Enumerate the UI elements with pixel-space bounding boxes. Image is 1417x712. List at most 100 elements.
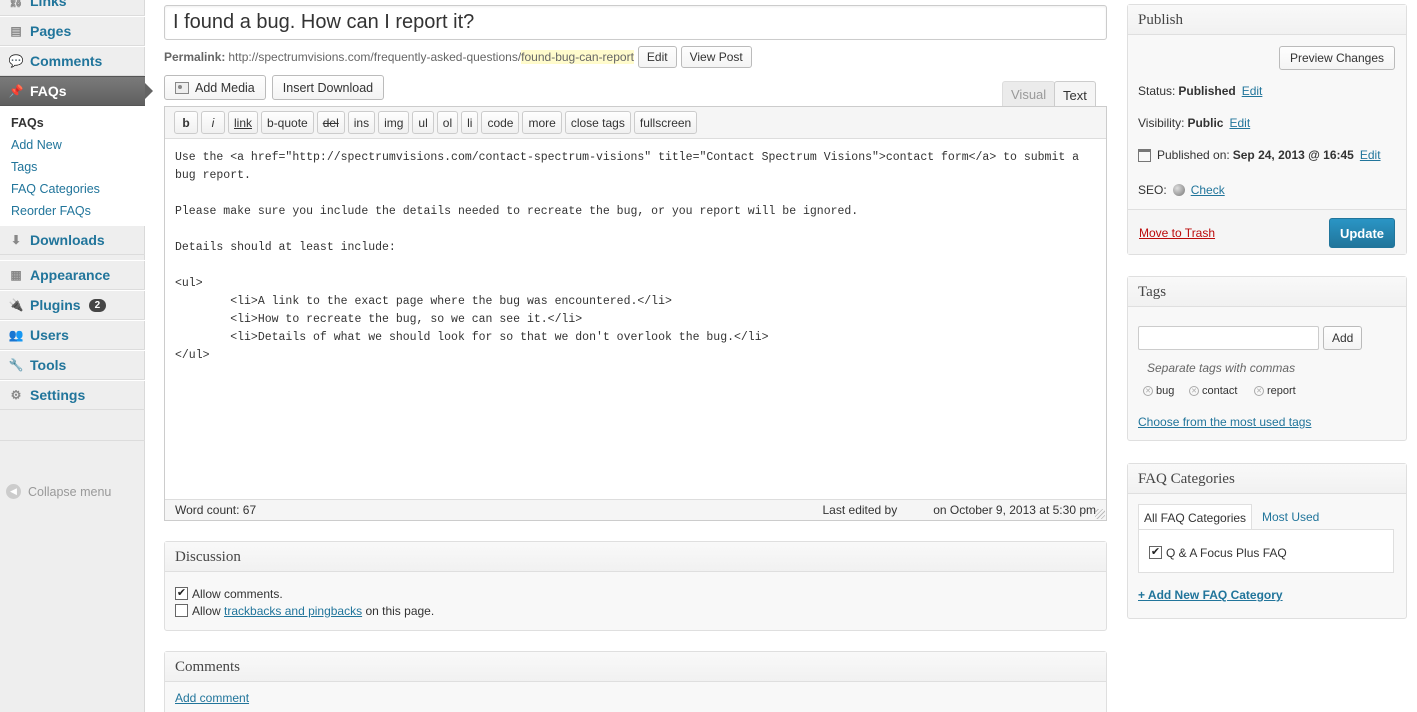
comments-title[interactable]: Comments [165, 652, 1106, 682]
quicktag-close-tags-button[interactable]: close tags [564, 111, 631, 134]
menu-label: Comments [30, 53, 103, 69]
collapse-menu[interactable]: ◀ Collapse menu [6, 484, 111, 499]
comments-icon: 💬 [8, 54, 24, 68]
last-edited-by: Last edited by [822, 503, 898, 517]
submenu-reorder-faqs[interactable]: Reorder FAQs [0, 200, 145, 222]
quicktag-ins-button[interactable]: ins [347, 111, 376, 134]
faqs-submenu: FAQs Add New Tags FAQ Categories Reorder… [0, 106, 145, 226]
preview-changes-button[interactable]: Preview Changes [1278, 46, 1395, 70]
allow-pings-row: Allow trackbacks and pingbacks on this p… [175, 602, 1106, 619]
media-buttons: Add Media Insert Download [164, 75, 390, 100]
content-textarea[interactable]: Use the <a href="http://spectrumvisions.… [165, 139, 1106, 499]
menu-users[interactable]: 👥 Users [0, 320, 145, 350]
last-edited: Last edited by on October 9, 2013 at 5:30… [823, 503, 1097, 517]
submenu-faq-categories[interactable]: FAQ Categories [0, 178, 145, 200]
menu-downloads[interactable]: ⬇ Downloads [0, 225, 145, 255]
submenu-faqs[interactable]: FAQs [0, 112, 145, 134]
quicktag-bold-button[interactable]: b [174, 111, 198, 134]
update-button[interactable]: Update [1329, 218, 1395, 248]
submenu-add-new[interactable]: Add New [0, 134, 145, 156]
tags-title[interactable]: Tags [1128, 277, 1406, 307]
quicktag-link-button[interactable]: link [228, 111, 259, 134]
add-media-button[interactable]: Add Media [164, 75, 266, 100]
publish-box: Publish Preview Changes Status: Publishe… [1127, 4, 1407, 255]
published-on-row: Published on: Sep 24, 2013 @ 16:45 Edit [1138, 148, 1381, 162]
add-media-label: Add Media [195, 80, 255, 95]
seo-check-link[interactable]: Check [1191, 183, 1225, 197]
quicktag-fullscreen-button[interactable]: fullscreen [633, 111, 698, 134]
tab-text[interactable]: Text [1054, 81, 1096, 108]
quicktag-ol-button[interactable]: ol [436, 111, 459, 134]
faq-categories-box: FAQ Categories All FAQ Categories Most U… [1127, 463, 1407, 619]
remove-tag-icon[interactable]: ✕ [1143, 386, 1153, 396]
menu-settings[interactable]: ⚙ Settings [0, 380, 145, 410]
quicktag-code-button[interactable]: code [481, 111, 520, 134]
tab-visual[interactable]: Visual [1002, 81, 1056, 107]
menu-pages[interactable]: ▤ Pages [0, 16, 145, 46]
trackbacks-link[interactable]: trackbacks and pingbacks [224, 604, 362, 618]
visibility-value: Public [1187, 116, 1224, 130]
quicktag-img-button[interactable]: img [378, 111, 410, 134]
permalink-slug[interactable]: found-bug-can-report [521, 50, 634, 64]
menu-tools[interactable]: 🔧 Tools [0, 350, 145, 380]
published-value: Sep 24, 2013 @ 16:45 [1232, 148, 1354, 162]
plugins-update-badge: 2 [88, 298, 107, 312]
new-tag-input[interactable] [1138, 326, 1319, 350]
move-to-trash-link[interactable]: Move to Trash [1139, 226, 1215, 240]
add-tag-button[interactable]: Add [1323, 326, 1363, 350]
menu-appearance[interactable]: ▦ Appearance [0, 260, 145, 290]
visibility-row: Visibility: Public Edit [1138, 116, 1250, 130]
quicktags-toolbar: b i link b-quote del ins img ul ol li co… [165, 107, 1106, 139]
discussion-box: Discussion ✔ Allow comments. Allow track… [164, 541, 1107, 631]
menu-plugins[interactable]: 🔌 Plugins 2 [0, 290, 145, 320]
tab-all-faq-categories[interactable]: All FAQ Categories [1138, 504, 1253, 530]
status-value: Published [1178, 84, 1236, 98]
quicktag-del-button[interactable]: del [316, 111, 345, 134]
allow-pings-suffix: on this page. [365, 603, 435, 618]
publish-actions: Move to Trash Update [1128, 209, 1406, 254]
allow-comments-checkbox[interactable]: ✔ [175, 587, 188, 600]
seo-status-icon [1172, 184, 1185, 196]
status-row: Status: Published Edit [1138, 84, 1262, 98]
remove-tag-icon[interactable]: ✕ [1254, 386, 1264, 396]
permalink-label: Permalink: [164, 50, 226, 64]
pages-icon: ▤ [10, 24, 22, 38]
allow-pings-checkbox[interactable] [175, 604, 188, 617]
insert-download-button[interactable]: Insert Download [271, 75, 385, 100]
edit-visibility-link[interactable]: Edit [1229, 116, 1250, 130]
edit-status-link[interactable]: Edit [1242, 84, 1263, 98]
admin-sidebar: ⛓ Links ▤ Pages 💬 Comments 📌 FAQs FAQs A… [0, 0, 153, 712]
choose-most-used-tags-link[interactable]: Choose from the most used tags [1138, 415, 1311, 429]
view-post-button[interactable]: View Post [680, 46, 752, 68]
menu-faqs[interactable]: 📌 FAQs [0, 76, 153, 106]
resize-handle[interactable] [1095, 509, 1105, 519]
menu-label: Plugins [30, 297, 81, 313]
submenu-tags[interactable]: Tags [0, 156, 145, 178]
post-title-input[interactable] [164, 5, 1107, 40]
menu-comments[interactable]: 💬 Comments [0, 46, 145, 76]
allow-comments-label: Allow comments. [192, 586, 283, 601]
quicktag-li-button[interactable]: li [461, 111, 479, 134]
quicktag-italic-button[interactable]: i [201, 111, 225, 134]
tag-chip: ✕ report [1254, 385, 1296, 397]
post-editor: b i link b-quote del ins img ul ol li co… [164, 106, 1107, 521]
add-comment-link[interactable]: Add comment [175, 691, 249, 705]
remove-tag-icon[interactable]: ✕ [1189, 386, 1199, 396]
quicktag-ul-button[interactable]: ul [412, 111, 434, 134]
category-item: ✔ Q & A Focus Plus FAQ [1149, 544, 1287, 561]
downloads-icon: ⬇ [10, 233, 22, 247]
editor-status-bar: Word count: 67 Last edited by on October … [165, 499, 1106, 520]
add-new-faq-category-link[interactable]: + Add New FAQ Category [1138, 588, 1283, 602]
category-checkbox[interactable]: ✔ [1149, 546, 1162, 559]
edit-permalink-button[interactable]: Edit [637, 46, 677, 68]
quicktag-more-button[interactable]: more [522, 111, 562, 134]
discussion-title[interactable]: Discussion [165, 542, 1106, 572]
quicktag-blockquote-button[interactable]: b-quote [261, 111, 314, 134]
tab-most-used[interactable]: Most Used [1257, 504, 1324, 530]
last-edited-on: on October 9, 2013 at 5:30 pm [933, 503, 1096, 517]
edit-date-link[interactable]: Edit [1360, 148, 1381, 162]
menu-links[interactable]: ⛓ Links [0, 0, 145, 16]
publish-title[interactable]: Publish [1128, 5, 1406, 35]
faq-categories-title[interactable]: FAQ Categories [1128, 464, 1406, 494]
category-label: Q & A Focus Plus FAQ [1166, 545, 1287, 560]
